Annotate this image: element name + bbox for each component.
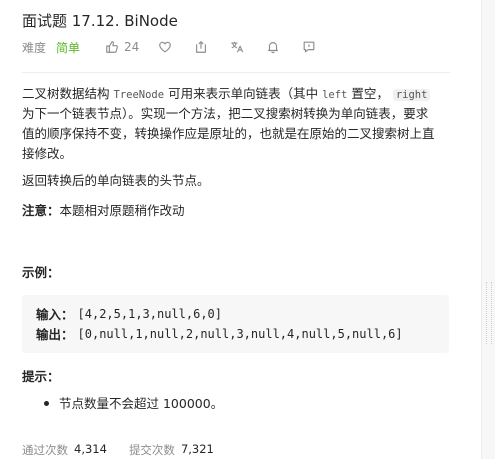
scrollbar[interactable] [481, 0, 495, 459]
description-text: 置空， [351, 86, 389, 101]
hints-heading: 提示： [22, 369, 60, 384]
difficulty-badge: 简单 [56, 40, 81, 55]
inline-code-right: right [392, 89, 431, 101]
example-output: 输出： [0,null,1,null,2,null,3,null,4,null,… [36, 324, 403, 343]
problem-title: 面试题 17.12. BiNode [22, 12, 178, 30]
accepted-label: 通过次数 [22, 443, 68, 457]
return-description: 返回转换后的单向链表的头节点。 [22, 173, 210, 188]
example-output-value: [0,null,1,null,2,null,3,null,4,null,5,nu… [77, 326, 403, 341]
description-line-2: 为下一个链表节点）。实现一个方法，把二叉搜索树转换为单向链表，要求 [22, 106, 429, 121]
description-text: 二叉树数据结构 [22, 86, 110, 101]
problem-meta-bar: 难度 简单 24 [22, 38, 317, 56]
example-block: 输入： [4,2,5,1,3,null,6,0] 输出： [0,null,1,n… [22, 295, 449, 353]
description-line-3: 值的顺序保持不变，转换操作应是原址的，也就是在原始的二叉搜索树上直 [22, 126, 435, 141]
comment-icon[interactable] [301, 39, 317, 55]
example-input-label: 输入： [36, 307, 74, 322]
submissions-label: 提交次数 [128, 443, 175, 457]
note-text: 本题相对原题稍作改动 [59, 203, 185, 218]
description-line-1: 二叉树数据结构 TreeNode 可用来表示单向链表（其中 left 置空， r… [22, 84, 431, 105]
like-button[interactable]: 24 [104, 39, 139, 55]
example-input: 输入： [4,2,5,1,3,null,6,0] [36, 304, 222, 323]
description-text: 可用来表示单向链表（其中 [168, 86, 319, 101]
hint-bullet [44, 401, 49, 406]
example-heading: 示例： [22, 265, 60, 280]
heart-icon[interactable] [157, 39, 173, 55]
accepted-count: 4,314 [74, 442, 107, 456]
thumbs-up-icon [104, 39, 120, 55]
like-count: 24 [124, 40, 140, 54]
translate-icon[interactable] [229, 39, 245, 55]
submissions-count: 7,321 [180, 442, 214, 456]
submission-stats: 通过次数 4,314 提交次数 7,321 [22, 442, 214, 458]
bell-icon[interactable] [265, 39, 281, 55]
share-icon[interactable] [193, 39, 209, 55]
note: 注意：本题相对原题稍作改动 [22, 201, 185, 221]
note-label: 注意： [22, 203, 60, 218]
problem-description-panel: 面试题 17.12. BiNode 难度 简单 24 二叉树数据结构 TreeN… [0, 0, 481, 459]
inline-code-left: left [322, 89, 348, 101]
header-divider [22, 72, 450, 73]
example-input-value: [4,2,5,1,3,null,6,0] [77, 306, 223, 321]
inline-code-treenode: TreeNode [113, 89, 165, 101]
description-line-4: 接修改。 [22, 146, 73, 161]
difficulty-label: 难度 [22, 40, 47, 55]
hint-item: 节点数量不会超过 100000。 [59, 396, 224, 411]
example-output-label: 输出： [36, 327, 74, 342]
scrollbar-thumb[interactable] [486, 282, 492, 344]
